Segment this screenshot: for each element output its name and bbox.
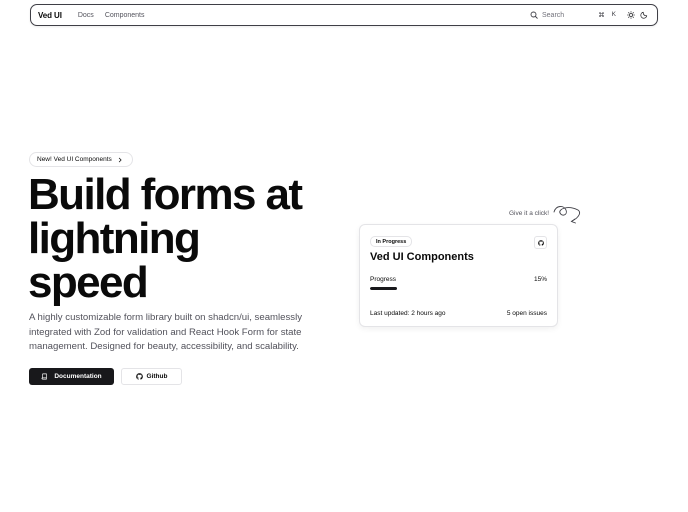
project-card[interactable]: In Progress Ved UI Components Progress 1…	[359, 224, 558, 327]
curved-arrow-icon	[553, 206, 580, 224]
hero-headline: Build forms at lightning speed	[28, 173, 348, 305]
search-shortcut: ⌘ K	[598, 11, 616, 19]
github-icon	[537, 239, 544, 246]
progress-label: Progress	[370, 276, 397, 283]
light-theme-button[interactable]	[625, 9, 637, 21]
shortcut-key: ⌘	[598, 12, 605, 19]
moon-icon	[640, 11, 648, 19]
open-issues: 5 open issues	[506, 310, 547, 317]
headline-line-3: speed	[28, 258, 149, 307]
card-github-button[interactable]	[534, 236, 547, 249]
search-icon	[530, 11, 538, 19]
brand-logo[interactable]: Ved UI	[38, 11, 62, 20]
last-updated: Last updated: 2 hours ago	[370, 310, 446, 317]
documentation-button[interactable]: Documentation	[29, 368, 114, 385]
progress-bar-fill	[370, 287, 397, 290]
nav-link-components[interactable]: Components	[105, 12, 145, 19]
github-icon	[135, 373, 143, 380]
announcement-badge[interactable]: New! Ved UI Components	[29, 152, 133, 167]
headline-line-2: lightning	[28, 214, 201, 263]
card-title: Ved UI Components	[370, 251, 474, 263]
click-hint: Give it a click!	[509, 210, 550, 217]
dark-theme-button[interactable]	[638, 9, 650, 21]
github-label: Github	[146, 373, 168, 380]
shortcut-letter: K	[611, 11, 616, 18]
book-icon	[41, 373, 48, 380]
github-button[interactable]: Github	[121, 368, 182, 385]
status-badge: In Progress	[370, 236, 413, 247]
hero-description: A highly customizable form library built…	[29, 312, 303, 353]
navbar: Ved UI Docs Components Search ⌘ K	[30, 4, 658, 26]
documentation-label: Documentation	[54, 373, 102, 380]
sun-icon	[627, 11, 635, 19]
progress-value: 15%	[533, 276, 547, 283]
headline-line-1: Build forms at	[28, 170, 303, 219]
search-button[interactable]: Search ⌘ K	[526, 8, 620, 22]
announcement-text: New! Ved UI Components	[37, 156, 112, 163]
search-label: Search	[542, 11, 565, 19]
nav-link-docs[interactable]: Docs	[78, 12, 94, 19]
progress-bar	[370, 287, 548, 290]
chevron-right-icon	[118, 157, 122, 162]
